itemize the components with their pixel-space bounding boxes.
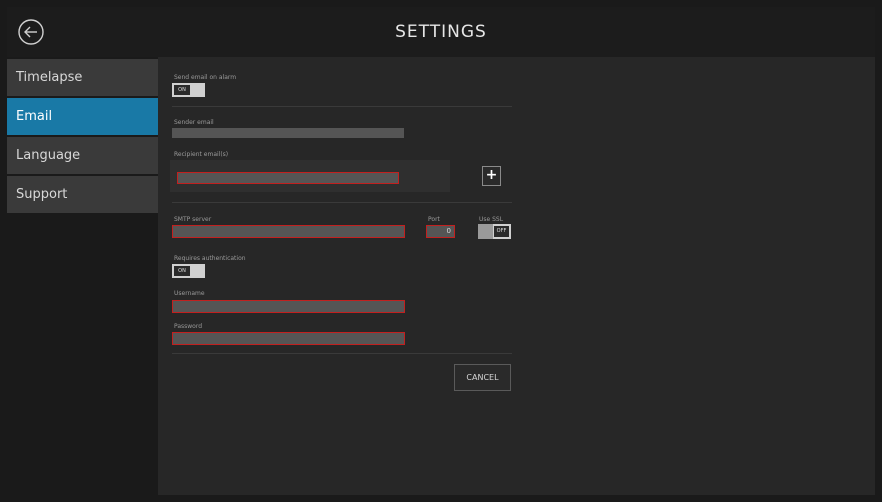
sender-email-field[interactable] [172,128,404,138]
requires-auth-toggle[interactable]: ON [172,264,205,278]
password-field[interactable] [172,332,405,345]
requires-auth-label: Requires authentication [174,255,246,262]
cancel-button[interactable]: CANCEL [454,364,511,391]
recipient-email-field[interactable] [177,172,399,184]
password-label: Password [174,323,203,330]
username-label: Username [174,290,205,297]
toggle-state: ON [174,266,190,276]
sidebar-item-timelapse[interactable]: Timelapse [7,59,158,96]
sidebar-item-language[interactable]: Language [7,137,158,174]
top-bar: SETTINGS [7,7,875,57]
recipient-email-label: Recipient email(s) [174,151,229,158]
username-field[interactable] [172,300,405,313]
sidebar-item-email[interactable]: Email [7,98,158,135]
toggle-state: OFF [494,226,509,237]
divider [172,202,512,203]
toggle-state: ON [174,85,190,95]
sender-email-label: Sender email [174,119,214,126]
send-email-toggle[interactable]: ON [172,83,205,97]
divider [172,353,512,354]
divider [172,106,512,107]
use-ssl-label: Use SSL [479,216,504,223]
port-value: 0 [446,227,451,235]
sidebar-item-support[interactable]: Support [7,176,158,213]
email-settings-panel: Send email on alarm ON Sender email Reci… [158,57,875,495]
add-recipient-button[interactable]: + [482,166,501,186]
page-title: SETTINGS [395,22,487,42]
toggle-knob [478,224,493,239]
port-field[interactable]: 0 [426,225,455,238]
send-email-label: Send email on alarm [174,74,237,81]
smtp-server-field[interactable] [172,225,405,238]
smtp-server-label: SMTP server [174,216,212,223]
sidebar: Timelapse Email Language Support [7,57,158,495]
recipient-list [170,160,450,192]
use-ssl-toggle[interactable]: OFF [478,224,511,239]
port-label: Port [428,216,440,223]
